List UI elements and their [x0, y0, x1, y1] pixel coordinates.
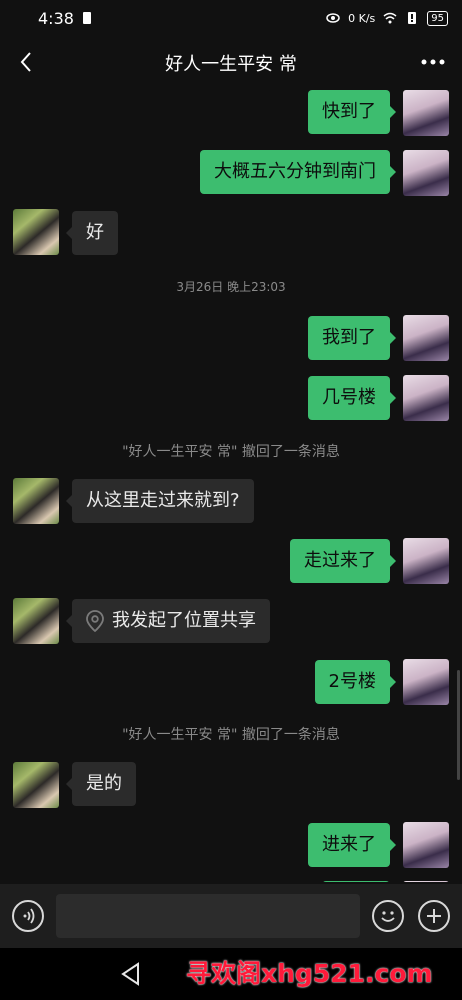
plus-icon [427, 909, 441, 923]
plus-button[interactable] [418, 900, 450, 932]
message-bubble[interactable]: 从这里走过来就到? [66, 479, 254, 523]
my-avatar[interactable] [403, 881, 449, 882]
voice-button[interactable] [12, 900, 44, 932]
my-avatar[interactable] [403, 90, 449, 136]
message-input[interactable] [56, 894, 360, 938]
more-button[interactable] [418, 48, 448, 76]
message-bubble[interactable] [322, 881, 390, 882]
message-bubble[interactable]: 几号楼 [308, 376, 396, 420]
my-avatar[interactable] [403, 822, 449, 868]
emoji-icon [381, 911, 395, 922]
input-bar [0, 884, 462, 948]
contact-avatar[interactable] [13, 209, 59, 255]
status-bar: 4:38 0 K/s 95 [0, 0, 462, 36]
location-share-bubble[interactable]: 我发起了位置共享 [66, 599, 270, 643]
chat-header: 好人一生平安 常 [0, 36, 462, 90]
my-avatar[interactable] [403, 375, 449, 421]
location-pin-icon [86, 610, 104, 632]
net-speed: 0 K/s [348, 11, 376, 25]
battery-indicator: 95 [427, 10, 448, 26]
storage-icon [82, 12, 91, 24]
contact-avatar[interactable] [13, 598, 59, 644]
nav-back-icon[interactable] [120, 962, 142, 986]
wifi-icon [383, 12, 397, 24]
recall-notice: "好人一生平安 常" 撤回了一条消息 [122, 727, 340, 743]
voice-icon [23, 908, 35, 924]
message-bubble[interactable]: 好 [66, 211, 118, 255]
my-avatar[interactable] [403, 659, 449, 705]
message-bubble[interactable]: 2号楼 [314, 660, 397, 704]
more-icon [421, 59, 445, 65]
location-share-text: 我发起了位置共享 [112, 610, 256, 631]
watermark-text: 寻欢阁xhg521.com [186, 959, 433, 988]
contact-avatar[interactable] [13, 762, 59, 808]
message-bubble[interactable]: 走过来了 [290, 539, 396, 583]
message-bubble[interactable]: 我到了 [308, 316, 396, 360]
timestamp: 3月26日 晚上23:03 [176, 280, 286, 294]
my-avatar[interactable] [403, 315, 449, 361]
eye-icon [326, 13, 340, 23]
message-bubble[interactable]: 大概五六分钟到南门 [200, 150, 396, 194]
message-bubble[interactable]: 快到了 [308, 90, 396, 134]
my-avatar[interactable] [403, 538, 449, 584]
alert-icon [408, 12, 417, 24]
recall-notice: "好人一生平安 常" 撤回了一条消息 [122, 444, 340, 460]
emoji-button[interactable] [372, 900, 404, 932]
chat-messages[interactable]: 快到了 大概五六分钟到南门 好 3月26日 晚上23:03 我到了 几号楼 "好… [0, 86, 462, 882]
message-bubble[interactable]: 进来了 [308, 823, 396, 867]
chevron-left-icon [20, 52, 31, 72]
my-avatar[interactable] [403, 150, 449, 196]
status-time: 4:38 [38, 8, 74, 28]
scrollbar[interactable] [457, 670, 460, 780]
contact-avatar[interactable] [13, 478, 59, 524]
message-bubble[interactable]: 是的 [66, 762, 136, 806]
chat-title: 好人一生平安 常 [165, 54, 297, 75]
back-button[interactable] [12, 48, 40, 76]
